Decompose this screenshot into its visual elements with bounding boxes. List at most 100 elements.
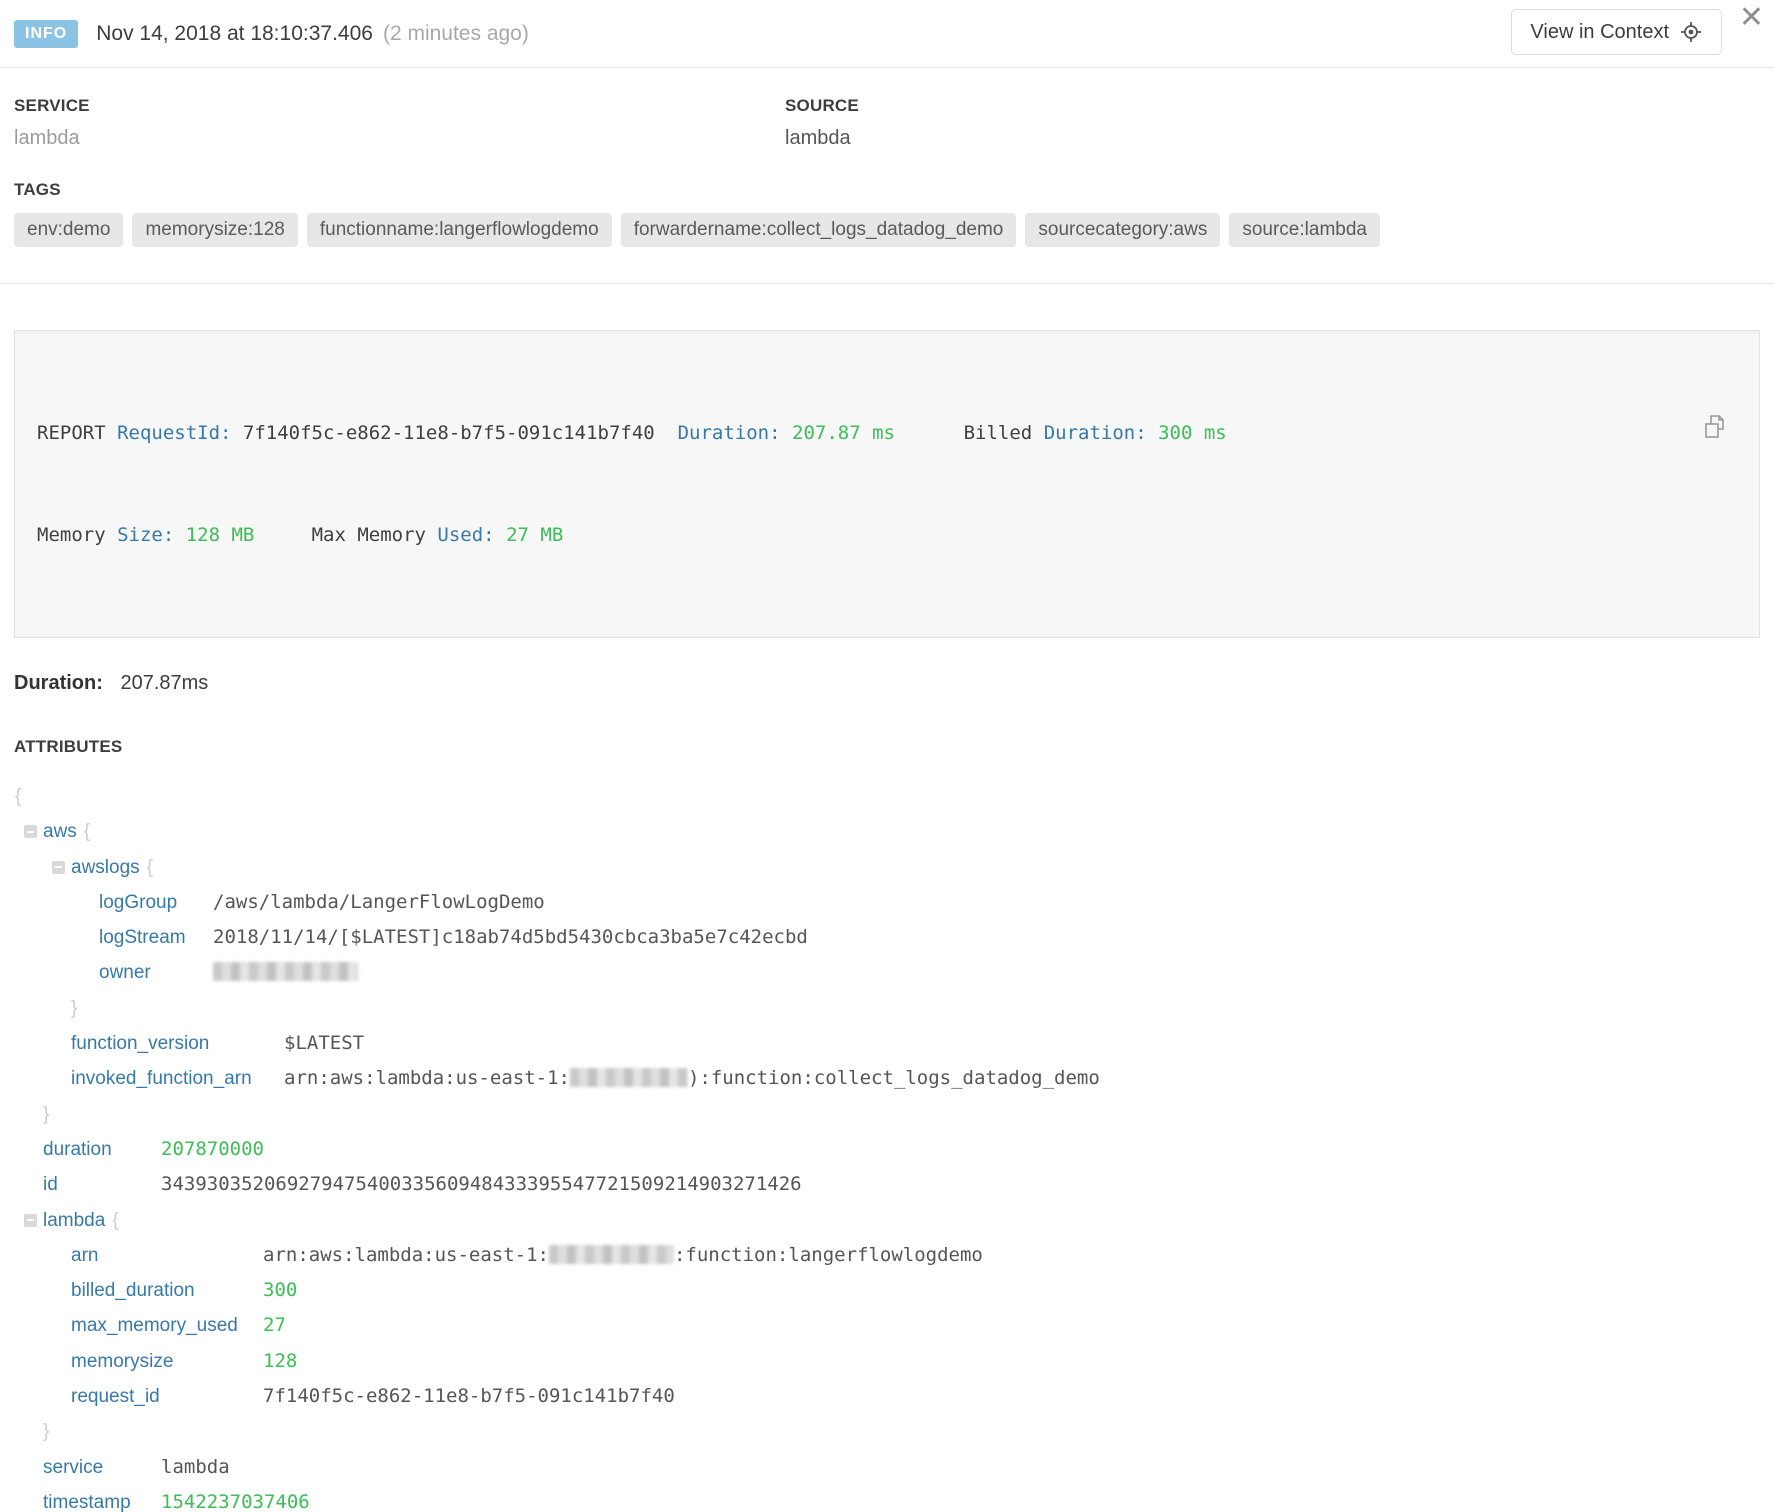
tree-kv-id: id34393035206927947540033560948433395547…	[0, 1167, 1760, 1202]
collapse-icon[interactable]	[52, 861, 65, 874]
attribute-value: 7f140f5c-e862-11e8-b7f5-091c141b7f40	[263, 1379, 675, 1414]
source-label: SOURCE	[785, 96, 859, 116]
message-token: REPORT	[37, 422, 117, 444]
collapse-icon[interactable]	[24, 825, 37, 838]
log-message-box: REPORT RequestId: 7f140f5c-e862-11e8-b7f…	[14, 330, 1760, 638]
attribute-key[interactable]: arn	[71, 1238, 263, 1273]
message-token: 207.87 ms	[792, 422, 895, 444]
attribute-key[interactable]: aws	[43, 814, 77, 849]
log-message-line-2: Memory Size: 128 MB Max Memory Used: 27 …	[37, 518, 1737, 552]
message-token: 7f140f5c-e862-11e8-b7f5-091c141b7f40	[231, 422, 654, 444]
tree-brace-row: }	[0, 991, 1760, 1026]
attribute-key[interactable]: logStream	[99, 920, 213, 955]
attributes-label: ATTRIBUTES	[0, 695, 1774, 757]
source-value: lambda	[785, 127, 859, 150]
log-message-line-1: REPORT RequestId: 7f140f5c-e862-11e8-b7f…	[37, 416, 1737, 450]
brace: {	[84, 814, 90, 849]
duration-label: Duration:	[14, 672, 103, 694]
tag-pill[interactable]: forwardername:collect_logs_datadog_demo	[621, 213, 1017, 247]
message-token: 300 ms	[1158, 422, 1227, 444]
attribute-value: 3439303520692794754003356094843339554772…	[161, 1167, 802, 1202]
message-token: Size:	[117, 524, 174, 546]
attribute-key[interactable]: memorysize	[71, 1344, 263, 1379]
view-in-context-label: View in Context	[1530, 21, 1669, 44]
message-token: RequestId:	[117, 422, 231, 444]
redacted-value	[549, 1245, 674, 1264]
tag-pill[interactable]: sourcecategory:aws	[1025, 213, 1220, 247]
target-icon	[1679, 20, 1703, 44]
attribute-key[interactable]: billed_duration	[71, 1273, 263, 1308]
tag-pill[interactable]: functionname:langerflowlogdemo	[307, 213, 612, 247]
brace: {	[147, 850, 153, 885]
tree-kv-service: servicelambda	[0, 1450, 1760, 1485]
attribute-key[interactable]: timestamp	[43, 1485, 161, 1512]
message-token: Used:	[437, 524, 494, 546]
attribute-value	[213, 955, 358, 990]
attribute-key[interactable]: function_version	[71, 1026, 284, 1061]
message-token	[781, 422, 792, 444]
attribute-key[interactable]: awslogs	[71, 850, 140, 885]
tag-pill[interactable]: source:lambda	[1229, 213, 1380, 247]
attribute-key[interactable]: duration	[43, 1132, 161, 1167]
tree-brace-row: {	[0, 779, 1760, 814]
tags-label: TAGS	[14, 180, 1760, 200]
tree-kv-function_version: function_version$LATEST	[0, 1026, 1760, 1061]
tree-brace-row: }	[0, 1414, 1760, 1449]
collapse-icon[interactable]	[24, 1214, 37, 1227]
service-label: SERVICE	[14, 96, 785, 116]
attribute-key[interactable]: owner	[99, 955, 213, 990]
message-token: 27 MB	[506, 524, 563, 546]
message-token	[254, 524, 311, 546]
copy-icon[interactable]	[1699, 344, 1745, 510]
view-in-context-button[interactable]: View in Context	[1511, 9, 1722, 55]
attribute-value: lambda	[161, 1450, 230, 1485]
attribute-key[interactable]: service	[43, 1450, 161, 1485]
attribute-value: /aws/lambda/LangerFlowLogDemo	[213, 885, 545, 920]
duration-row: Duration: 207.87ms	[0, 638, 1774, 695]
attribute-value: $LATEST	[284, 1026, 364, 1061]
message-token: Duration:	[1044, 422, 1147, 444]
brace: {	[112, 1203, 118, 1238]
close-icon[interactable]: ✕	[1735, 2, 1768, 34]
message-token: Duration:	[678, 422, 781, 444]
log-detail-header: INFO Nov 14, 2018 at 18:10:37.406 (2 min…	[0, 0, 1774, 68]
attribute-key[interactable]: logGroup	[99, 885, 213, 920]
attribute-value: arn:aws:lambda:us-east-1::function:lange…	[263, 1238, 983, 1273]
attribute-value: 27	[263, 1308, 286, 1343]
log-overview: SERVICE lambda SOURCE lambda TAGS env:de…	[0, 68, 1774, 255]
tree-group-awslogs: awslogs{	[0, 850, 1760, 885]
duration-value: 207.87ms	[120, 672, 208, 694]
attribute-key[interactable]: lambda	[43, 1203, 105, 1238]
attribute-value: 2018/11/14/[$LATEST]c18ab74d5bd5430cbca3…	[213, 920, 808, 955]
tree-kv-billed_duration: billed_duration300	[0, 1273, 1760, 1308]
message-token	[655, 422, 678, 444]
tag-pill[interactable]: env:demo	[14, 213, 123, 247]
tag-pill[interactable]: memorysize:128	[132, 213, 297, 247]
brace: }	[43, 1097, 49, 1132]
message-token	[1147, 422, 1158, 444]
section-divider	[0, 283, 1774, 284]
brace: }	[71, 991, 77, 1026]
tree-kv-duration: duration207870000	[0, 1132, 1760, 1167]
tree-kv-memorysize: memorysize128	[0, 1344, 1760, 1379]
attribute-key[interactable]: max_memory_used	[71, 1308, 263, 1343]
tree-kv-invoked_function_arn: invoked_function_arnarn:aws:lambda:us-ea…	[0, 1061, 1760, 1096]
message-token	[495, 524, 506, 546]
attributes-tree: {aws{awslogs{logGroup/aws/lambda/LangerF…	[0, 757, 1774, 1512]
brace: }	[43, 1414, 49, 1449]
message-token	[895, 422, 964, 444]
message-token	[174, 524, 185, 546]
message-token: 128 MB	[186, 524, 255, 546]
attribute-value: 128	[263, 1344, 297, 1379]
attribute-value: 1542237037406	[161, 1485, 310, 1512]
status-badge: INFO	[14, 20, 78, 48]
log-relative-time: (2 minutes ago)	[383, 22, 529, 46]
log-timestamp: Nov 14, 2018 at 18:10:37.406	[96, 22, 373, 46]
message-token: Max Memory	[312, 524, 438, 546]
tree-group-aws: aws{	[0, 814, 1760, 849]
attribute-key[interactable]: request_id	[71, 1379, 263, 1414]
tags-row: env:demo memorysize:128 functionname:lange…	[14, 213, 1760, 255]
attribute-key[interactable]: id	[43, 1167, 161, 1202]
attribute-key[interactable]: invoked_function_arn	[71, 1061, 284, 1096]
message-token: Billed	[964, 422, 1044, 444]
